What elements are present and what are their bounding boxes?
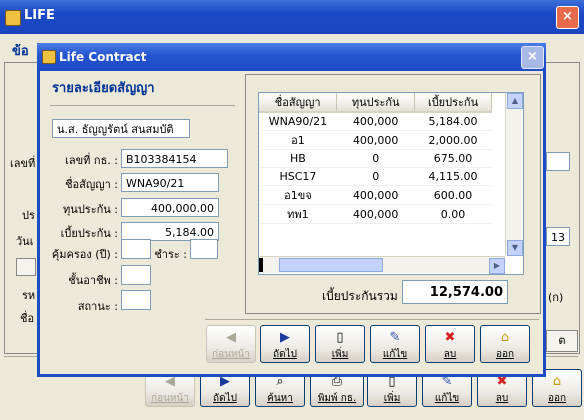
section-divider <box>50 105 235 106</box>
status-field[interactable] <box>121 290 151 310</box>
main-right-field-1[interactable] <box>546 152 570 171</box>
dialog-close-icon[interactable]: × <box>521 46 544 69</box>
contract-name-label: ชื่อสัญญา : <box>65 178 118 191</box>
main-label-e: ชื่อ <box>20 312 35 325</box>
coverage-field[interactable] <box>121 239 151 259</box>
total-premium-field[interactable]: 12,574.00 <box>402 280 508 304</box>
main-right-button[interactable]: ต <box>546 330 578 352</box>
table-row[interactable]: อ1 400,000 2,000.00 <box>259 130 492 150</box>
main-close-icon[interactable]: × <box>556 6 579 29</box>
app-icon <box>5 10 21 26</box>
scroll-right-icon[interactable]: ▶ <box>489 258 505 274</box>
main-small-button[interactable] <box>16 258 36 276</box>
total-premium-label: เบี้ยประกันรวม <box>322 289 398 303</box>
main-title-bar: LIFE × <box>0 0 584 34</box>
premium-label: เบี้ยประกัน : <box>60 227 118 240</box>
dialog-add-button[interactable]: ▯ เพิ่ม <box>315 325 365 363</box>
coverage-label: คุ้มครอง (ปี) : <box>51 248 118 261</box>
occupation-field[interactable] <box>121 265 151 285</box>
dialog-prev-button[interactable]: ◀ ก่อนหน้า <box>206 325 256 363</box>
new-document-icon: ▯ <box>336 330 344 345</box>
main-right-field-2[interactable]: 13 <box>546 227 570 246</box>
main-label-d: รห <box>22 289 36 302</box>
edit-icon: ✎ <box>389 330 401 345</box>
main-right-label: (ก) <box>548 291 564 304</box>
scroll-thumb[interactable] <box>279 258 383 272</box>
col-header-contract[interactable]: ชื่อสัญญา <box>259 93 338 113</box>
table-row[interactable]: ทพ1 400,000 0.00 <box>259 204 492 224</box>
exit-door-icon: ⌂ <box>500 330 510 345</box>
dialog-next-button[interactable]: ▶ ถัดไป <box>260 325 310 363</box>
policy-no-label: เลขที่ กธ. : <box>65 154 118 167</box>
status-label: สถานะ : <box>77 300 118 313</box>
table-row[interactable]: HB 0 675.00 <box>259 149 492 168</box>
prev-arrow-icon: ◀ <box>226 330 236 345</box>
main-window-title: LIFE <box>24 8 55 23</box>
section-title: รายละเอียดสัญญา <box>52 81 155 96</box>
sum-insured-label: ทุนประกัน : <box>63 203 118 216</box>
dialog-edit-button[interactable]: ✎ แก้ไข <box>370 325 420 363</box>
main-label-a: เลขที่ <box>10 157 36 170</box>
next-arrow-icon: ▶ <box>280 330 290 345</box>
col-header-premium[interactable]: เบี้ยประกัน <box>414 93 492 113</box>
table-row[interactable]: อ1ขจ 400,000 600.00 <box>259 185 492 205</box>
occupation-label: ชั้นอาชีพ : <box>68 274 118 287</box>
scroll-down-icon[interactable]: ▼ <box>507 240 523 256</box>
main-label-b: ปร <box>22 209 35 222</box>
dialog-toolbar-divider <box>205 319 539 320</box>
contract-name-field[interactable]: WNA90/21 <box>121 173 219 192</box>
scroll-up-icon[interactable]: ▲ <box>507 93 523 109</box>
pay-field[interactable] <box>190 239 218 259</box>
table-vertical-scrollbar[interactable]: ▲ ▼ <box>505 93 523 256</box>
sum-insured-field[interactable]: 400,000.00 <box>121 198 219 217</box>
life-contract-dialog: Life Contract × รายละเอียดสัญญา น.ส. ธัญ… <box>37 43 546 377</box>
main-group-title: ข้อ <box>12 44 29 59</box>
pay-label: ชำระ : <box>154 248 187 261</box>
table-horizontal-scrollbar[interactable]: ▶ <box>259 256 505 274</box>
insured-name-field[interactable]: น.ส. ธัญญรัตน์ สนสมบัติ <box>52 119 190 138</box>
dialog-body: รายละเอียดสัญญา น.ส. ธัญญรัตน์ สนสมบัติ … <box>40 71 543 374</box>
col-header-sum[interactable]: ทุนประกัน <box>336 93 416 113</box>
dialog-icon <box>42 50 56 64</box>
table-row[interactable]: WNA90/21 400,000 5,184.00 <box>259 112 492 131</box>
policy-no-field[interactable]: B103384154 <box>121 149 228 168</box>
contract-table-panel: ชื่อสัญญา ทุนประกัน เบี้ยประกัน WNA90/21… <box>245 74 541 314</box>
table-row[interactable]: HSC17 0 4,115.00 <box>259 167 492 186</box>
contract-table: ชื่อสัญญา ทุนประกัน เบี้ยประกัน WNA90/21… <box>259 93 492 224</box>
dialog-delete-button[interactable]: ✖ ลบ <box>425 325 475 363</box>
delete-icon: ✖ <box>444 330 456 345</box>
dialog-title: Life Contract <box>59 50 147 64</box>
dialog-exit-button[interactable]: ⌂ ออก <box>480 325 530 363</box>
main-label-c: วันเ <box>16 235 34 248</box>
dialog-title-bar: Life Contract × <box>37 43 546 71</box>
scroll-left-marker <box>259 258 263 272</box>
